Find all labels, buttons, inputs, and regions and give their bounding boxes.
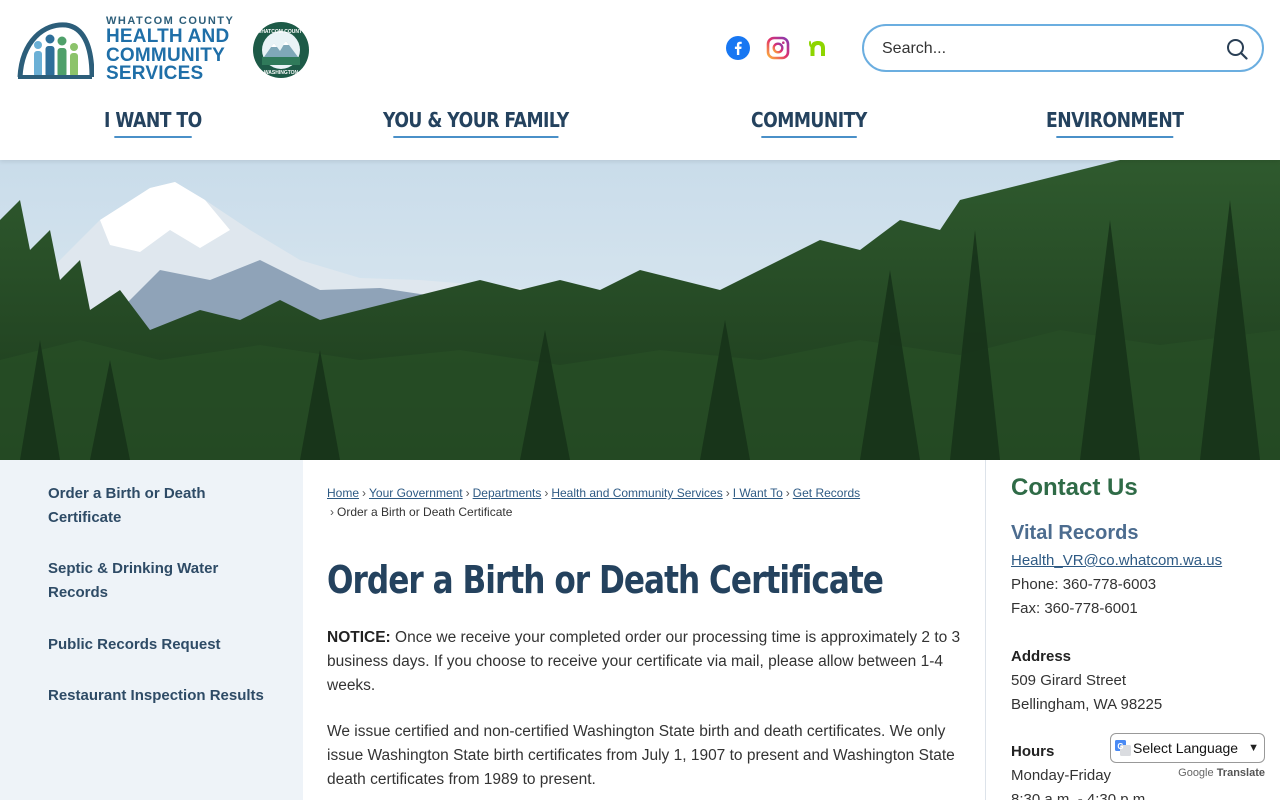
intro-paragraph: We issue certified and non-certified Was…: [327, 723, 955, 788]
language-select[interactable]: Select Language: [1110, 733, 1265, 763]
breadcrumb-health-community-services[interactable]: Health and Community Services: [551, 486, 722, 500]
vital-records-heading: Vital Records: [1011, 522, 1139, 544]
nav-community[interactable]: COMMUNITY: [751, 108, 867, 138]
google-wordmark: Google: [1178, 767, 1214, 779]
breadcrumb: Home › Your Government › Departments › Health …: [327, 484, 967, 522]
hours-days: Monday-Friday: [1011, 767, 1112, 784]
contact-phone: Phone: 360-778-6003: [1011, 576, 1157, 593]
google-translate-icon: G: [1115, 740, 1131, 756]
breadcrumb-current: Order a Birth or Death Certificate: [337, 505, 513, 519]
breadcrumb-departments[interactable]: Departments: [473, 486, 542, 500]
sidebar-item-public-records-request[interactable]: Public Records Request: [48, 633, 268, 657]
main-content: Home › Your Government › Departments › Health …: [303, 460, 985, 800]
breadcrumb-your-government[interactable]: Your Government: [369, 486, 463, 500]
nav-i-want-to[interactable]: I WANT TO: [104, 108, 202, 138]
breadcrumb-separator: ›: [544, 486, 549, 500]
powered-by-google-translate[interactable]: Google Translate: [1110, 767, 1265, 779]
breadcrumb-separator: ›: [330, 505, 334, 519]
breadcrumb-i-want-to[interactable]: I Want To: [733, 486, 783, 500]
sidebar-item-restaurant-inspection[interactable]: Restaurant Inspection Results: [48, 684, 268, 708]
search-icon[interactable]: [1226, 38, 1248, 60]
breadcrumb-separator: ›: [725, 486, 730, 500]
logo-line-3: SERVICES: [106, 63, 204, 85]
hours-label: Hours: [1011, 743, 1055, 760]
nav-environment[interactable]: ENVIRONMENT: [1046, 108, 1184, 138]
google-translate-widget: G Select Language ▼ Google Translate: [1110, 733, 1265, 779]
seal-bottom-text: WASHINGTON: [264, 70, 299, 76]
contact-heading: Contact Us: [1011, 474, 1138, 501]
hours-time: 8:30 a.m. - 4:30 p.m.: [1011, 791, 1150, 800]
logo-line-2: COMMUNITY: [106, 44, 225, 66]
contact-email-link[interactable]: Health_VR@co.whatcom.wa.us: [1011, 549, 1222, 573]
breadcrumb-home[interactable]: Home: [327, 486, 359, 500]
notice-paragraph: NOTICE: Once we receive your completed o…: [327, 626, 967, 698]
svg-text:G: G: [1117, 742, 1123, 751]
page-title: Order a Birth or Death Certificate: [327, 558, 884, 602]
logo-text: WHATCOM COUNTY HEALTH AND COMMUNITY SERV…: [106, 16, 234, 85]
mountain-forest-image: [0, 160, 1280, 460]
search-box: [862, 24, 1264, 72]
instagram-icon[interactable]: [766, 36, 790, 60]
sidebar-nav: Order a Birth or Death Certificate Septi…: [0, 460, 303, 800]
breadcrumb-separator: ›: [785, 486, 790, 500]
address-street: 509 Girard Street: [1011, 672, 1127, 689]
nextdoor-icon[interactable]: [806, 36, 830, 60]
contact-fax: Fax: 360-778-6001: [1011, 600, 1138, 617]
notice-label: NOTICE:: [327, 629, 391, 646]
nav-you-and-your-family[interactable]: YOU & YOUR FAMILY: [383, 108, 569, 138]
sidebar-item-birth-death-certificate[interactable]: Order a Birth or Death Certificate: [48, 482, 268, 530]
address-label: Address: [1011, 648, 1072, 665]
breadcrumb-get-records[interactable]: Get Records: [793, 486, 860, 500]
hero-banner-image: [0, 160, 1280, 460]
logo-line-1: HEALTH AND: [106, 26, 230, 47]
site-logo[interactable]: WHATCOM COUNTY HEALTH AND COMMUNITY SERV…: [16, 16, 310, 83]
notice-text: Once we receive your completed order our…: [327, 629, 961, 694]
main-nav: I WANT TO YOU & YOUR FAMILY COMMUNITY EN…: [0, 108, 1280, 148]
site-header: WHATCOM COUNTY HEALTH AND COMMUNITY SERV…: [0, 0, 1280, 160]
sidebar-item-septic-water-records[interactable]: Septic & Drinking Water Records: [48, 557, 268, 605]
seal-top-text: WHATCOM COUNTY: [257, 29, 306, 35]
county-seal-icon: WHATCOM COUNTY WASHINGTON: [253, 21, 310, 78]
breadcrumb-separator: ›: [362, 486, 367, 500]
address-city: Bellingham, WA 98225: [1011, 696, 1163, 713]
social-links: [726, 36, 830, 60]
translate-label: Translate: [1216, 767, 1265, 779]
people-logo-icon: [17, 22, 94, 79]
facebook-icon[interactable]: [726, 36, 750, 60]
breadcrumb-separator: ›: [465, 486, 470, 500]
search-input[interactable]: [882, 36, 1212, 62]
